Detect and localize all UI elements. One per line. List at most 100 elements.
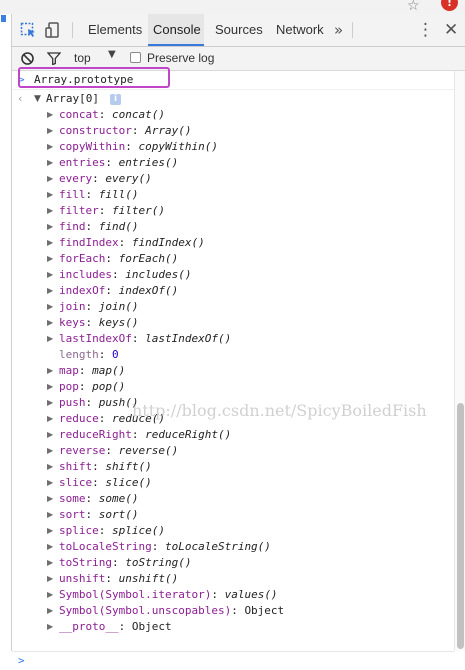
expand-triangle-icon[interactable]: ▶ — [47, 507, 53, 523]
clear-console-icon[interactable] — [20, 51, 35, 66]
property-row[interactable]: ▶ every: every() — [12, 171, 454, 187]
property-row[interactable]: ▶ reduce: reduce() — [12, 411, 454, 427]
info-icon[interactable]: i — [110, 94, 121, 105]
expand-triangle-icon[interactable]: ▶ — [47, 491, 53, 507]
property-row[interactable]: ▶ pop: pop() — [12, 379, 454, 395]
tab-sources[interactable]: Sources — [213, 14, 265, 46]
property-value: forEach() — [118, 252, 179, 265]
property-entry: map: map() — [59, 364, 126, 377]
preserve-log-checkbox[interactable] — [130, 52, 141, 63]
expand-triangle-icon[interactable]: ▶ — [47, 443, 53, 459]
context-selector[interactable]: top — [74, 51, 91, 65]
tab-console[interactable]: Console — [148, 14, 204, 46]
tab-network[interactable]: Network — [274, 14, 326, 46]
property-row[interactable]: ▶ reverse: reverse() — [12, 443, 454, 459]
property-row[interactable]: ▶ unshift: unshift() — [12, 571, 454, 587]
expand-triangle-icon[interactable]: ▶ — [47, 427, 53, 443]
expand-triangle-icon[interactable]: ▶ — [47, 603, 53, 619]
expand-triangle-icon[interactable]: ▶ — [47, 363, 53, 379]
property-row[interactable]: ▶ indexOf: indexOf() — [12, 283, 454, 299]
expand-triangle-icon[interactable]: ▶ — [47, 571, 53, 587]
property-row[interactable]: ▶ includes: includes() — [12, 267, 454, 283]
property-row[interactable]: ▶ Symbol(Symbol.iterator): values() — [12, 587, 454, 603]
expand-triangle-icon[interactable]: ▶ — [47, 251, 53, 267]
property-row[interactable]: ▶ shift: shift() — [12, 459, 454, 475]
expand-triangle-icon[interactable]: ▶ — [47, 299, 53, 315]
property-row[interactable]: ▶ slice: slice() — [12, 475, 454, 491]
property-key: length — [59, 348, 99, 361]
expand-triangle-icon[interactable]: ▶ — [47, 267, 53, 283]
property-value: indexOf() — [118, 284, 179, 297]
property-key: reduce — [59, 412, 99, 425]
expand-triangle-icon[interactable]: ▶ — [47, 123, 53, 139]
expand-triangle-icon[interactable]: ▶ — [47, 475, 53, 491]
expand-triangle-icon[interactable]: ▶ — [47, 219, 53, 235]
expand-triangle-icon[interactable]: ▶ — [47, 315, 53, 331]
property-row[interactable]: ▶ Symbol(Symbol.unscopables): Object — [12, 603, 454, 619]
inspect-element-icon[interactable] — [20, 22, 38, 38]
property-value: toString() — [125, 556, 192, 569]
property-row[interactable]: ▶ concat: concat() — [12, 107, 454, 123]
kebab-menu-icon[interactable]: ⋮ — [417, 14, 434, 46]
expand-triangle-icon[interactable]: ▶ — [47, 523, 53, 539]
property-value: Object — [131, 620, 172, 633]
property-key: copyWithin — [59, 140, 126, 153]
expand-triangle-icon[interactable]: ▶ — [47, 587, 53, 603]
toolbar-separator — [352, 22, 353, 38]
scrollbar[interactable] — [454, 71, 465, 651]
property-key: join — [59, 300, 86, 313]
property-row[interactable]: ▶ constructor: Array() — [12, 123, 454, 139]
console-input[interactable]: > — [12, 651, 454, 670]
alert-icon[interactable]: ! — [441, 0, 458, 11]
expand-triangle-icon[interactable]: ▼ — [34, 91, 41, 107]
property-row[interactable]: ▶ push: push() — [12, 395, 454, 411]
property-row[interactable]: ▶ toString: toString() — [12, 555, 454, 571]
expand-triangle-icon[interactable]: ▶ — [47, 171, 53, 187]
property-row[interactable]: ▶ splice: splice() — [12, 523, 454, 539]
expand-triangle-icon[interactable]: ▶ — [47, 187, 53, 203]
property-row[interactable]: ▶ find: find() — [12, 219, 454, 235]
console-result[interactable]: ‹ ▼ Array[0] i — [12, 91, 454, 107]
expand-triangle-icon[interactable]: ▶ — [47, 459, 53, 475]
tab-elements[interactable]: Elements — [86, 14, 144, 46]
expand-triangle-icon[interactable]: ▶ — [47, 331, 53, 347]
property-key: forEach — [59, 252, 106, 265]
browser-toolbar-strip: ☆ ! — [0, 0, 465, 15]
property-row[interactable]: ▶ reduceRight: reduceRight() — [12, 427, 454, 443]
property-row[interactable]: ▶ keys: keys() — [12, 315, 454, 331]
property-row[interactable]: ▶ copyWithin: copyWithin() — [12, 139, 454, 155]
property-row[interactable]: ▶ forEach: forEach() — [12, 251, 454, 267]
property-row[interactable]: ▶ filter: filter() — [12, 203, 454, 219]
close-icon[interactable]: ✕ — [444, 14, 458, 46]
expand-triangle-icon[interactable]: ▶ — [47, 379, 53, 395]
expand-triangle-icon[interactable]: ▶ — [47, 203, 53, 219]
property-row[interactable]: ▶ lastIndexOf: lastIndexOf() — [12, 331, 454, 347]
property-row[interactable]: ▶ __proto__: Object — [12, 619, 454, 635]
property-row[interactable]: ▶ fill: fill() — [12, 187, 454, 203]
more-tabs-icon[interactable]: » — [334, 14, 343, 46]
filter-icon[interactable] — [47, 52, 61, 65]
device-toolbar-icon[interactable] — [45, 22, 63, 38]
expand-triangle-icon[interactable]: ▶ — [47, 235, 53, 251]
expand-triangle-icon[interactable]: ▶ — [47, 107, 53, 123]
chevron-down-icon[interactable]: ▼ — [108, 49, 116, 60]
expand-triangle-icon[interactable]: ▶ — [47, 411, 53, 427]
property-key: __proto__ — [59, 620, 119, 633]
expand-triangle-icon[interactable]: ▶ — [47, 139, 53, 155]
property-row[interactable]: ▶ some: some() — [12, 491, 454, 507]
expand-triangle-icon[interactable]: ▶ — [47, 555, 53, 571]
property-row[interactable]: ▶ sort: sort() — [12, 507, 454, 523]
property-row[interactable]: ▶ map: map() — [12, 363, 454, 379]
property-row[interactable]: ▶ entries: entries() — [12, 155, 454, 171]
property-value: shift() — [105, 460, 152, 473]
expand-triangle-icon[interactable]: ▶ — [47, 283, 53, 299]
property-row[interactable]: ▶ findIndex: findIndex() — [12, 235, 454, 251]
expand-triangle-icon[interactable]: ▶ — [47, 619, 53, 635]
expand-triangle-icon[interactable]: ▶ — [47, 539, 53, 555]
star-icon[interactable]: ☆ — [407, 0, 420, 14]
scrollbar-thumb[interactable] — [457, 403, 464, 649]
expand-triangle-icon[interactable]: ▶ — [47, 395, 53, 411]
expand-triangle-icon[interactable]: ▶ — [47, 155, 53, 171]
property-row[interactable]: ▶ toLocaleString: toLocaleString() — [12, 539, 454, 555]
property-row[interactable]: ▶ join: join() — [12, 299, 454, 315]
